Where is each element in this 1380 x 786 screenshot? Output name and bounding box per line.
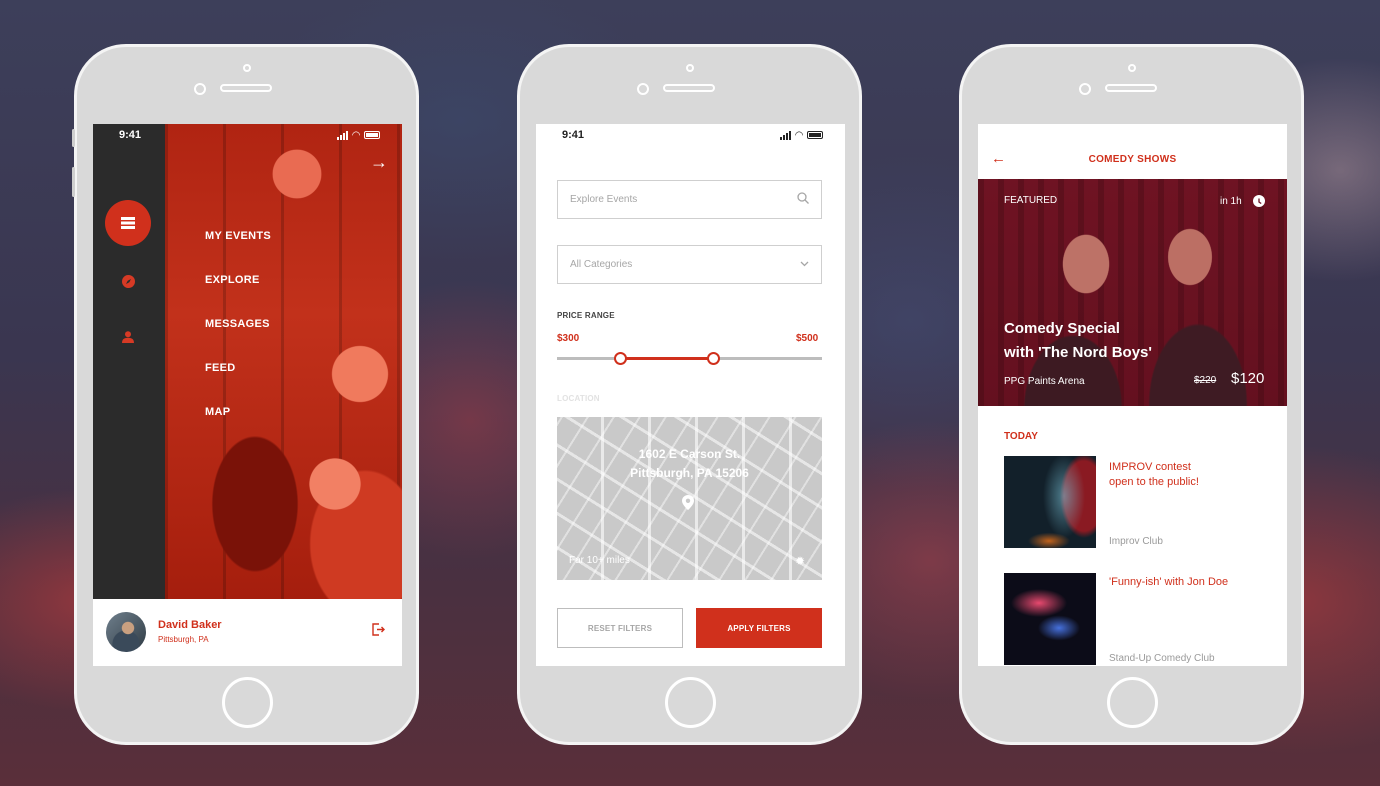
phone-menu: 9:41 ◠ → MY EVENTS EXPLORE MESSAGES FEED… (72, 44, 419, 745)
featured-title: Comedy Special with 'The Nord Boys' (1004, 317, 1152, 365)
phone-comedy-shows: ← COMEDY SHOWS FEATURED in 1h Comedy Spe… (959, 44, 1304, 745)
phone-filters: 9:41 ◠ Explore Events All Categories PRI… (517, 44, 862, 745)
featured-event-card[interactable]: FEATURED in 1h Comedy Special with 'The … (978, 179, 1287, 406)
event-image-standup[interactable] (1004, 573, 1096, 665)
compass-icon[interactable] (105, 258, 151, 304)
menu-item-feed[interactable]: FEED (205, 362, 271, 406)
proximity-sensor (243, 64, 251, 72)
filters-screen: 9:41 ◠ Explore Events All Categories PRI… (536, 124, 845, 666)
menu-item-messages[interactable]: MESSAGES (205, 318, 271, 362)
apply-filters-button[interactable]: APPLY FILTERS (696, 608, 822, 648)
home-button[interactable] (222, 677, 273, 728)
front-camera (1079, 83, 1091, 95)
distance-label: Far 10+ miles (569, 555, 630, 566)
menu-item-my-events[interactable]: MY EVENTS (205, 230, 271, 274)
event-image-improv[interactable] (1004, 456, 1096, 548)
location-label: LOCATION (557, 394, 600, 403)
mute-switch (72, 129, 75, 147)
map-pin-icon (682, 495, 694, 515)
arrow-right-icon[interactable]: → (370, 152, 388, 173)
battery-icon (364, 131, 380, 139)
price-max-handle[interactable] (707, 352, 720, 365)
home-button[interactable] (1107, 677, 1158, 728)
featured-venue: PPG Paints Arena (1004, 376, 1085, 387)
menu-panel: 9:41 ◠ → MY EVENTS EXPLORE MESSAGES FEED… (93, 124, 402, 599)
page-title: COMEDY SHOWS (1088, 154, 1177, 165)
menu-item-explore[interactable]: EXPLORE (205, 274, 271, 318)
avatar[interactable] (106, 612, 146, 652)
earpiece-speaker (1105, 84, 1157, 92)
price-slider[interactable] (557, 352, 822, 365)
price-slider-fill (620, 357, 713, 360)
menu-screen: 9:41 ◠ → MY EVENTS EXPLORE MESSAGES FEED… (93, 124, 402, 666)
user-icon[interactable] (105, 314, 151, 360)
main-menu: MY EVENTS EXPLORE MESSAGES FEED MAP (205, 230, 271, 450)
event-venue-improv: Improv Club (1109, 536, 1163, 547)
featured-new-price: $120 (1231, 370, 1265, 387)
wifi-icon: ◠ (352, 129, 360, 141)
event-title-improv[interactable]: IMPROV contest open to the public! (1109, 460, 1259, 490)
earpiece-speaker (220, 84, 272, 92)
logout-icon[interactable] (372, 623, 385, 641)
menu-item-map[interactable]: MAP (205, 406, 271, 450)
header: ← COMEDY SHOWS (978, 124, 1287, 179)
price-max: $500 (796, 333, 819, 344)
comedy-shows-screen: ← COMEDY SHOWS FEATURED in 1h Comedy Spe… (978, 124, 1287, 666)
clock-icon (1253, 195, 1265, 207)
status-bar: 9:41 ◠ (93, 124, 402, 146)
home-button[interactable] (665, 677, 716, 728)
earpiece-speaker (663, 84, 715, 92)
featured-label: FEATURED (1004, 195, 1058, 206)
address-line2: Pittsburgh, PA 15206 (630, 466, 749, 480)
user-name: David Baker (158, 619, 222, 631)
battery-icon (807, 131, 823, 139)
proximity-sensor (1128, 64, 1136, 72)
featured-old-price: $220 (1194, 375, 1217, 386)
today-label: TODAY (1004, 431, 1038, 442)
volume-up-button (72, 167, 75, 197)
location-map[interactable]: 1602 E Carson St. Pittsburgh, PA 15206 F… (557, 417, 822, 580)
category-value: All Categories (570, 259, 633, 270)
wifi-icon: ◠ (795, 129, 803, 141)
user-footer: David Baker Pittsburgh, PA (93, 599, 402, 666)
list-icon[interactable] (105, 200, 151, 246)
reset-filters-button[interactable]: RESET FILTERS (557, 608, 683, 648)
status-time: 9:41 (562, 129, 585, 141)
featured-title-line1: Comedy Special (1004, 320, 1120, 337)
signal-icon (337, 130, 349, 140)
event-title-line1: IMPROV contest (1109, 461, 1191, 473)
event-title-standup[interactable]: 'Funny-ish' with Jon Doe (1109, 575, 1259, 590)
status-bar: 9:41 ◠ (536, 124, 845, 146)
front-camera (194, 83, 206, 95)
category-select[interactable]: All Categories (557, 245, 822, 284)
status-time: 9:41 (119, 129, 142, 141)
address-line1: 1602 E Carson St. (638, 447, 741, 461)
search-placeholder: Explore Events (570, 194, 638, 205)
event-title-line2: open to the public! (1109, 476, 1199, 488)
front-camera (637, 83, 649, 95)
chevron-down-icon (800, 259, 809, 270)
search-icon (797, 192, 809, 207)
featured-title-line2: with 'The Nord Boys' (1004, 344, 1152, 361)
gear-icon[interactable]: ✹ (795, 554, 805, 568)
featured-time: in 1h (1220, 196, 1242, 207)
event-venue-standup: Stand-Up Comedy Club (1109, 653, 1215, 664)
price-range-label: PRICE RANGE (557, 311, 615, 320)
user-location: Pittsburgh, PA (158, 635, 209, 644)
signal-icon (780, 130, 792, 140)
price-min-handle[interactable] (614, 352, 627, 365)
price-min: $300 (557, 333, 580, 344)
search-input[interactable]: Explore Events (557, 180, 822, 219)
audience-photo (165, 124, 402, 599)
proximity-sensor (686, 64, 694, 72)
